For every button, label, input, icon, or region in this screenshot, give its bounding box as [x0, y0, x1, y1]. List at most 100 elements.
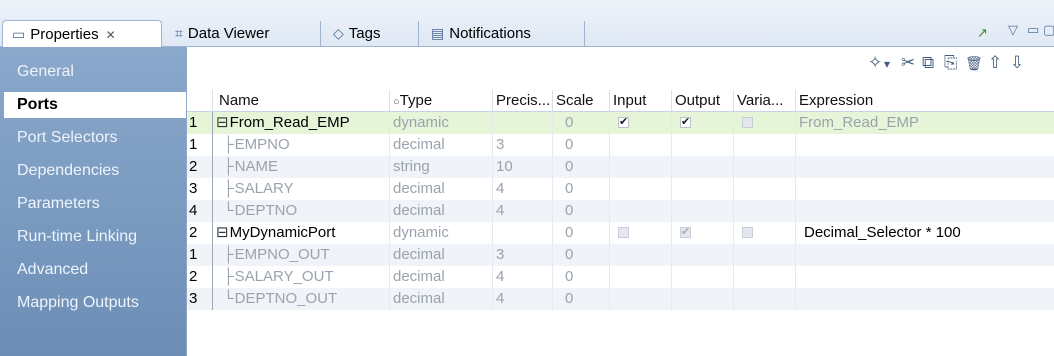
port-name-cell[interactable]: ├EMPNO	[213, 134, 390, 156]
port-precision-cell[interactable]	[493, 112, 553, 134]
tab-tags[interactable]: ◇ Tags	[324, 20, 412, 47]
port-variable-cell[interactable]	[734, 112, 796, 134]
port-output-cell[interactable]	[672, 134, 734, 156]
port-output-cell[interactable]: ✔	[672, 222, 734, 244]
port-input-cell[interactable]	[610, 266, 672, 288]
port-type-cell[interactable]: string	[390, 156, 493, 178]
port-output-cell[interactable]	[672, 266, 734, 288]
delete-icon[interactable]: 🗑	[965, 55, 983, 72]
port-scale-cell[interactable]: 0	[553, 288, 610, 310]
column-header-type[interactable]: ○Type	[390, 90, 493, 111]
port-variable-cell[interactable]	[734, 288, 796, 310]
port-name-cell[interactable]: ├SALARY	[213, 178, 390, 200]
port-input-checkbox[interactable]: ✔	[618, 117, 629, 128]
port-scale-cell[interactable]: 0	[553, 134, 610, 156]
port-variable-checkbox[interactable]	[742, 117, 753, 128]
port-input-cell[interactable]	[610, 288, 672, 310]
port-scale-cell[interactable]: 0	[553, 266, 610, 288]
collapse-icon[interactable]: ⊟	[216, 224, 229, 241]
port-expression-cell[interactable]	[796, 244, 1054, 266]
port-expression-cell[interactable]	[796, 288, 1054, 310]
port-input-cell[interactable]	[610, 156, 672, 178]
close-icon[interactable]: ✕	[106, 28, 116, 42]
port-expression-cell[interactable]: From_Read_EMP	[796, 112, 1054, 134]
port-precision-cell[interactable]: 4	[493, 266, 553, 288]
column-header-output[interactable]: Output	[672, 90, 734, 111]
port-input-cell[interactable]: ✔	[610, 112, 672, 134]
sidebar-item-general[interactable]: General	[4, 59, 182, 85]
port-scale-cell[interactable]: 0	[553, 244, 610, 266]
move-up-icon[interactable]: ⇧	[988, 53, 1002, 73]
sidebar-item-port-selectors[interactable]: Port Selectors	[4, 125, 182, 151]
port-group-row[interactable]: 1 ⊟From_Read_EMP dynamic 0 ✔ ✔ From_Read_EMP	[187, 112, 1054, 134]
port-output-cell[interactable]	[672, 178, 734, 200]
port-variable-cell[interactable]	[734, 156, 796, 178]
port-precision-cell[interactable]: 3	[493, 244, 553, 266]
port-name-cell[interactable]: └DEPTNO	[213, 200, 390, 222]
port-scale-cell[interactable]: 0	[553, 200, 610, 222]
sidebar-item-mapping-outputs[interactable]: Mapping Outputs	[4, 290, 182, 316]
move-down-icon[interactable]: ⇩	[1010, 53, 1024, 73]
port-variable-cell[interactable]	[734, 244, 796, 266]
port-expression-cell[interactable]	[796, 156, 1054, 178]
port-scale-cell[interactable]: 0	[553, 156, 610, 178]
column-header-scale[interactable]: Scale	[553, 90, 610, 111]
maximize-icon[interactable]: ▢	[1043, 22, 1054, 38]
port-precision-cell[interactable]: 3	[493, 134, 553, 156]
column-header-expression[interactable]: Expression	[796, 90, 1054, 111]
port-input-cell[interactable]	[610, 134, 672, 156]
port-expression-cell[interactable]: Decimal_Selector * 100	[796, 222, 1054, 244]
tab-data-viewer[interactable]: ⌗ Data Viewer	[166, 20, 314, 47]
column-header-input[interactable]: Input	[610, 90, 672, 111]
minimize-icon[interactable]: ▭	[1027, 22, 1039, 38]
port-type-cell[interactable]: dynamic	[390, 222, 493, 244]
port-input-cell[interactable]	[610, 200, 672, 222]
cut-icon[interactable]: ✂	[901, 53, 915, 73]
sidebar-item-ports[interactable]: Ports	[4, 92, 186, 118]
port-name-cell[interactable]: ├EMPNO_OUT	[213, 244, 390, 266]
collapse-icon[interactable]: ⊟	[216, 114, 229, 131]
column-header-name[interactable]: Name	[213, 90, 390, 111]
port-precision-cell[interactable]: 4	[493, 200, 553, 222]
port-row[interactable]: 2 ├NAME string 10 0	[187, 156, 1054, 178]
sidebar-item-run-time-linking[interactable]: Run-time Linking	[4, 224, 182, 250]
port-expression-cell[interactable]	[796, 200, 1054, 222]
port-output-cell[interactable]	[672, 288, 734, 310]
port-variable-checkbox[interactable]	[742, 227, 753, 238]
sidebar-item-advanced[interactable]: Advanced	[4, 257, 182, 283]
port-scale-cell[interactable]: 0	[553, 178, 610, 200]
port-input-cell[interactable]	[610, 178, 672, 200]
port-precision-cell[interactable]	[493, 222, 553, 244]
port-expression-cell[interactable]	[796, 134, 1054, 156]
sidebar-item-parameters[interactable]: Parameters	[4, 191, 182, 217]
column-header-precision[interactable]: Precis...	[493, 90, 553, 111]
port-type-cell[interactable]: decimal	[390, 200, 493, 222]
port-row[interactable]: 1 ├EMPNO decimal 3 0	[187, 134, 1054, 156]
port-input-cell[interactable]	[610, 222, 672, 244]
port-output-cell[interactable]: ✔	[672, 112, 734, 134]
port-input-checkbox[interactable]	[618, 227, 629, 238]
port-type-cell[interactable]: decimal	[390, 244, 493, 266]
port-type-cell[interactable]: decimal	[390, 288, 493, 310]
port-scale-cell[interactable]: 0	[553, 222, 610, 244]
copy-icon[interactable]: ⧉	[922, 53, 934, 73]
port-variable-cell[interactable]	[734, 266, 796, 288]
chevron-down-icon[interactable]: ▾	[884, 57, 890, 71]
port-row[interactable]: 2 ├SALARY_OUT decimal 4 0	[187, 266, 1054, 288]
open-view-icon[interactable]: ↗	[977, 25, 988, 41]
port-type-cell[interactable]: decimal	[390, 134, 493, 156]
tab-notifications[interactable]: ▤ Notifications	[422, 20, 582, 47]
port-precision-cell[interactable]: 10	[493, 156, 553, 178]
port-name-cell[interactable]: └DEPTNO_OUT	[213, 288, 390, 310]
port-type-cell[interactable]: dynamic	[390, 112, 493, 134]
port-variable-cell[interactable]	[734, 200, 796, 222]
port-output-checkbox[interactable]: ✔	[680, 117, 691, 128]
port-row[interactable]: 3 └DEPTNO_OUT decimal 4 0	[187, 288, 1054, 310]
port-row[interactable]: 1 ├EMPNO_OUT decimal 3 0	[187, 244, 1054, 266]
port-row[interactable]: 4 └DEPTNO decimal 4 0	[187, 200, 1054, 222]
port-output-cell[interactable]	[672, 200, 734, 222]
view-menu-icon[interactable]: ▽	[1008, 22, 1018, 38]
port-variable-cell[interactable]	[734, 178, 796, 200]
port-expression-cell[interactable]	[796, 178, 1054, 200]
paste-icon[interactable]: ⎘	[944, 53, 958, 73]
